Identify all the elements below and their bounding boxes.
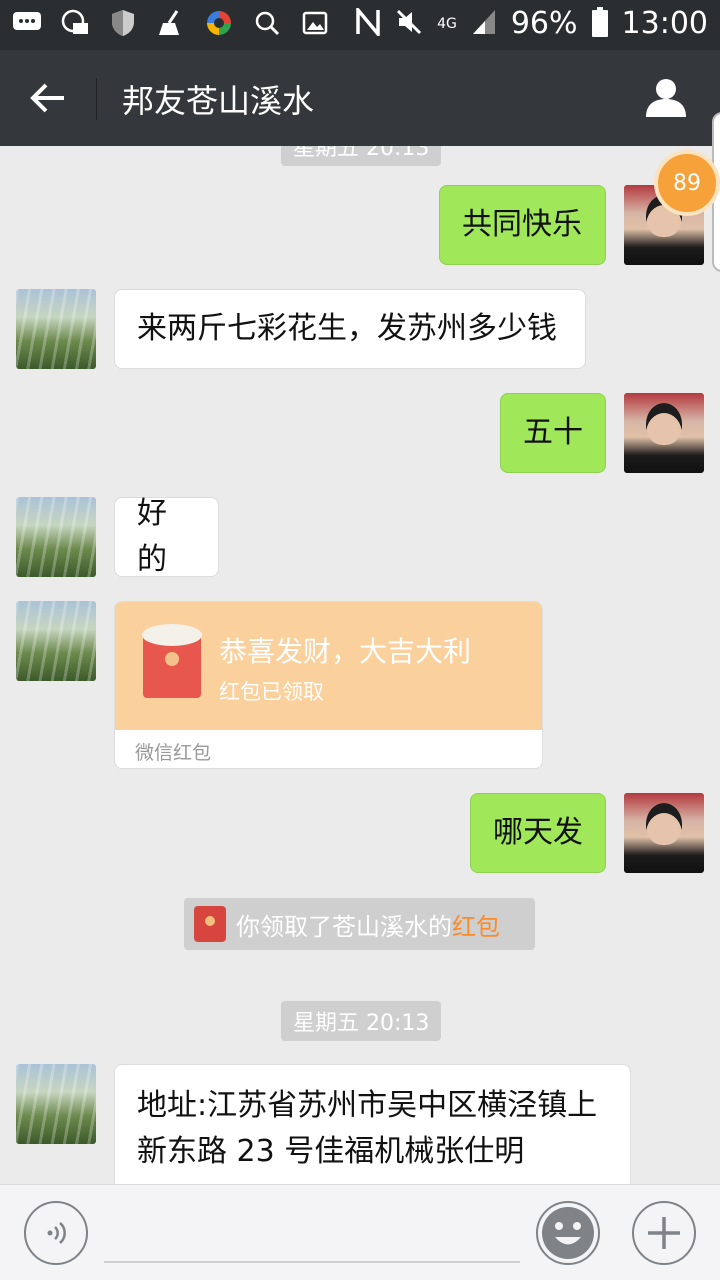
voice-input-button[interactable] bbox=[24, 1201, 88, 1265]
status-bar: 4G 96% 13:00 bbox=[0, 0, 720, 50]
emoji-button[interactable] bbox=[536, 1201, 600, 1265]
voice-icon bbox=[47, 1222, 66, 1244]
chat-header: 邦友苍山溪水 bbox=[0, 50, 720, 146]
message-bubble-outgoing[interactable]: 哪天发 bbox=[470, 793, 606, 873]
avatar-me[interactable] bbox=[624, 393, 704, 473]
red-packet-link[interactable]: 红包 bbox=[452, 913, 500, 941]
message-bubble-incoming[interactable]: 来两斤七彩花生，发苏州多少钱 bbox=[114, 289, 586, 369]
signal-icon bbox=[471, 8, 497, 40]
image-icon bbox=[300, 8, 330, 38]
red-packet-card[interactable]: 恭喜发财，大吉大利 红包已领取 微信红包 bbox=[114, 601, 543, 769]
shield-icon bbox=[108, 8, 138, 38]
system-notice-text: 你领取了苍山溪水的 bbox=[236, 912, 452, 941]
avatar-contact[interactable] bbox=[16, 1064, 96, 1144]
avatar-contact[interactable] bbox=[16, 289, 96, 369]
avatar-me[interactable] bbox=[624, 793, 704, 873]
message-bubble-address[interactable]: 地址:江苏省苏州市吴中区横泾镇上 新东路 23 号佳福机械张仕明 bbox=[114, 1064, 631, 1184]
mail-sync-icon bbox=[60, 8, 90, 38]
message-list[interactable]: 星期五 20:13 共同快乐 来两斤七彩花生，发苏州多少钱 五十 好的 恭喜发财… bbox=[0, 146, 720, 1184]
mute-icon bbox=[395, 8, 423, 40]
header-divider bbox=[96, 78, 97, 120]
battery-percent: 96% bbox=[510, 6, 578, 41]
red-packet-title: 恭喜发财，大吉大利 bbox=[219, 635, 472, 668]
smiley-icon bbox=[542, 1207, 594, 1259]
time-chip-top: 星期五 20:13 bbox=[281, 146, 442, 166]
broom-icon bbox=[156, 8, 186, 38]
address-line-1: 地址:江苏省苏州市吴中区横泾镇上 bbox=[137, 1088, 598, 1123]
message-bubble-outgoing[interactable]: 共同快乐 bbox=[439, 185, 606, 265]
person-icon bbox=[646, 79, 686, 117]
chat-notification-icon bbox=[12, 8, 42, 38]
time-chip: 星期五 20:13 bbox=[281, 1001, 442, 1041]
app-logo-icon bbox=[204, 8, 234, 38]
input-bar bbox=[0, 1184, 720, 1280]
red-envelope-icon bbox=[142, 624, 202, 698]
message-bubble-outgoing[interactable]: 五十 bbox=[500, 393, 606, 473]
plus-icon bbox=[648, 1217, 680, 1249]
battery-icon bbox=[591, 6, 608, 41]
chat-info-button[interactable] bbox=[640, 74, 692, 122]
chat-title: 邦友苍山溪水 bbox=[122, 82, 315, 120]
avatar-contact[interactable] bbox=[16, 601, 96, 681]
unread-count-badge[interactable]: 89 bbox=[654, 150, 720, 216]
avatar-contact[interactable] bbox=[16, 497, 96, 577]
clock: 13:00 bbox=[621, 6, 708, 41]
system-notice: 你领取了苍山溪水的红包 bbox=[184, 898, 535, 950]
nfc-icon bbox=[355, 4, 381, 40]
red-packet-header: 恭喜发财，大吉大利 红包已领取 bbox=[115, 602, 542, 730]
message-input[interactable] bbox=[104, 1261, 520, 1263]
search-icon bbox=[252, 8, 282, 38]
arrow-left-icon bbox=[30, 83, 64, 113]
back-button[interactable] bbox=[20, 74, 76, 122]
red-packet-status: 红包已领取 bbox=[219, 680, 324, 704]
network-type: 4G bbox=[437, 15, 457, 32]
red-packet-footer: 微信红包 bbox=[135, 742, 212, 764]
more-options-button[interactable] bbox=[632, 1201, 696, 1265]
address-line-2: 新东路 23 号佳福机械张仕明 bbox=[137, 1134, 525, 1169]
message-bubble-incoming[interactable]: 好的 bbox=[114, 496, 219, 577]
red-envelope-icon bbox=[194, 906, 226, 942]
